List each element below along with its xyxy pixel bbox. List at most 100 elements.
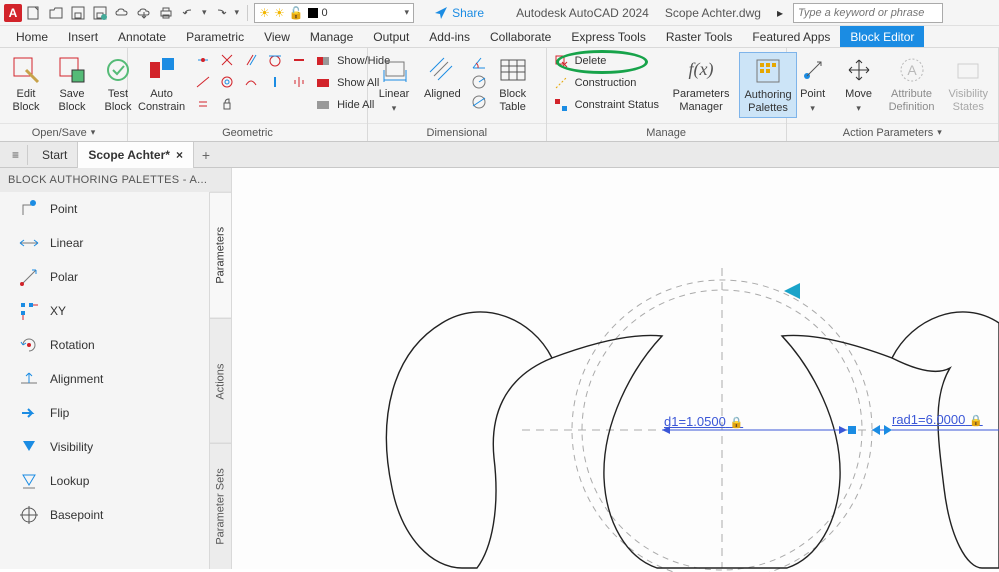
tab-annotate[interactable]: Annotate — [108, 26, 176, 47]
palette-title: BLOCK AUTHORING PALETTES - A... — [0, 168, 231, 192]
move-button[interactable]: Move▾ — [839, 52, 879, 116]
tab-featured-apps[interactable]: Featured Apps — [742, 26, 840, 47]
hamburger-icon[interactable]: ≡ — [4, 145, 28, 165]
construction-button[interactable]: Construction — [553, 74, 663, 92]
perpendicular-icon[interactable] — [219, 52, 235, 68]
constraint-status-button[interactable]: Constraint Status — [553, 96, 663, 114]
save-icon[interactable] — [70, 5, 86, 21]
parameters-manager-button[interactable]: f(x) Parameters Manager — [669, 52, 734, 116]
palette-item-polar[interactable]: Polar — [0, 260, 209, 294]
tangent-icon[interactable] — [267, 52, 283, 68]
concentric-icon[interactable] — [219, 74, 235, 90]
menu-bar: Home Insert Annotate Parametric View Man… — [0, 26, 999, 48]
ribbon: Edit Block Save Block Test Block Open/Sa… — [0, 48, 999, 142]
aligned-button[interactable]: Aligned — [420, 52, 465, 103]
constraint-status-icon — [553, 97, 569, 113]
drawing-canvas[interactable]: d1=1.0500 🔒 rad1=6.0000 🔒 — [232, 168, 999, 569]
close-icon[interactable]: × — [176, 148, 183, 162]
panel-title-open-save[interactable]: Open/Save▾ — [0, 123, 127, 141]
palette-item-flip[interactable]: Flip — [0, 396, 209, 430]
doctab-active[interactable]: Scope Achter*× — [78, 142, 194, 168]
play-icon[interactable]: ▸ — [777, 6, 783, 20]
share-button[interactable]: Share — [434, 6, 484, 20]
lock-icon: 🔒 — [969, 415, 983, 427]
grip[interactable] — [848, 426, 856, 434]
tab-addins[interactable]: Add-ins — [419, 26, 480, 47]
visibility-param-icon — [18, 436, 40, 458]
tab-collaborate[interactable]: Collaborate — [480, 26, 561, 47]
panel-title-geometric: Geometric — [128, 123, 367, 141]
tab-raster-tools[interactable]: Raster Tools — [656, 26, 742, 47]
side-tab-actions[interactable]: Actions — [210, 318, 231, 444]
panel-title-action-params[interactable]: Action Parameters▾ — [787, 123, 998, 141]
print-icon[interactable] — [158, 5, 174, 21]
cloud-save-icon[interactable] — [136, 5, 152, 21]
flip-grip[interactable] — [870, 422, 894, 441]
fix-icon[interactable] — [219, 96, 235, 112]
palette-item-xy[interactable]: XY — [0, 294, 209, 328]
palette-item-point[interactable]: Point — [0, 192, 209, 226]
angular-dim-icon[interactable] — [471, 54, 487, 70]
palette-item-lookup[interactable]: Lookup — [0, 464, 209, 498]
search-input[interactable] — [793, 3, 943, 23]
layer-name: 0 — [322, 7, 401, 19]
auto-constrain-button[interactable]: Auto Constrain — [134, 52, 189, 116]
block-table-button[interactable]: Block Table — [493, 52, 533, 116]
diameter-dim-icon[interactable] — [471, 94, 487, 110]
app-logo[interactable]: A — [4, 4, 22, 22]
new-tab-button[interactable]: + — [194, 147, 218, 163]
edit-block-button[interactable]: Edit Block — [6, 52, 46, 116]
open-icon[interactable] — [48, 5, 64, 21]
drawing-svg — [232, 168, 999, 569]
tab-manage[interactable]: Manage — [300, 26, 363, 47]
palette-item-alignment[interactable]: Alignment — [0, 362, 209, 396]
side-tab-parameter-sets[interactable]: Parameter Sets — [210, 443, 231, 569]
visibility-icon — [952, 54, 984, 86]
horizontal-icon[interactable] — [291, 52, 307, 68]
point-button[interactable]: Point▾ — [793, 52, 833, 116]
tab-view[interactable]: View — [254, 26, 300, 47]
coincident-icon[interactable] — [195, 52, 211, 68]
save-block-button[interactable]: Save Block — [52, 52, 92, 116]
undo-dropdown[interactable]: ▾ — [202, 7, 207, 18]
equal-icon[interactable] — [195, 96, 211, 112]
linear-button[interactable]: Linear▾ — [374, 52, 414, 116]
visibility-states-button[interactable]: Visibility States — [944, 52, 992, 116]
attribute-definition-button[interactable]: A Attribute Definition — [885, 52, 939, 116]
rad1-label[interactable]: rad1=6.0000 🔒 — [892, 412, 983, 427]
tab-express-tools[interactable]: Express Tools — [561, 26, 655, 47]
cloud-open-icon[interactable] — [114, 5, 130, 21]
redo-dropdown[interactable]: ▾ — [235, 7, 240, 18]
d1-label[interactable]: d1=1.0500 🔒 — [664, 414, 743, 429]
palette-item-visibility[interactable]: Visibility — [0, 430, 209, 464]
palette-item-linear[interactable]: Linear — [0, 226, 209, 260]
saveas-icon[interactable] — [92, 5, 108, 21]
tab-insert[interactable]: Insert — [58, 26, 108, 47]
palette-item-rotation[interactable]: Rotation — [0, 328, 209, 362]
collinear-icon[interactable] — [195, 74, 211, 90]
symmetric-icon[interactable] — [291, 74, 307, 90]
vertical-icon[interactable] — [267, 74, 283, 90]
side-tab-parameters[interactable]: Parameters — [210, 192, 231, 318]
delete-button[interactable]: Delete — [553, 52, 663, 70]
share-label: Share — [452, 6, 484, 20]
marker-arrow[interactable] — [784, 283, 800, 299]
doctab-start[interactable]: Start — [32, 142, 78, 168]
hide-all-icon — [315, 97, 331, 113]
parallel-icon[interactable] — [243, 52, 259, 68]
redo-icon[interactable] — [213, 5, 229, 21]
linear-icon — [18, 232, 40, 254]
tab-block-editor[interactable]: Block Editor — [840, 26, 924, 47]
palette-item-basepoint[interactable]: Basepoint — [0, 498, 209, 532]
tab-parametric[interactable]: Parametric — [176, 26, 254, 47]
new-icon[interactable] — [26, 5, 42, 21]
tab-home[interactable]: Home — [6, 26, 58, 47]
undo-icon[interactable] — [180, 5, 196, 21]
radius-dim-icon[interactable] — [471, 74, 487, 90]
layer-freeze-icon: ☀ — [274, 6, 285, 20]
layer-lock-icon: 🔓 — [289, 6, 304, 20]
construction-icon — [553, 75, 569, 91]
smooth-icon[interactable] — [243, 74, 259, 90]
tab-output[interactable]: Output — [363, 26, 419, 47]
layer-dropdown[interactable]: ☀ ☀ 🔓 0 ▾ — [254, 3, 414, 23]
